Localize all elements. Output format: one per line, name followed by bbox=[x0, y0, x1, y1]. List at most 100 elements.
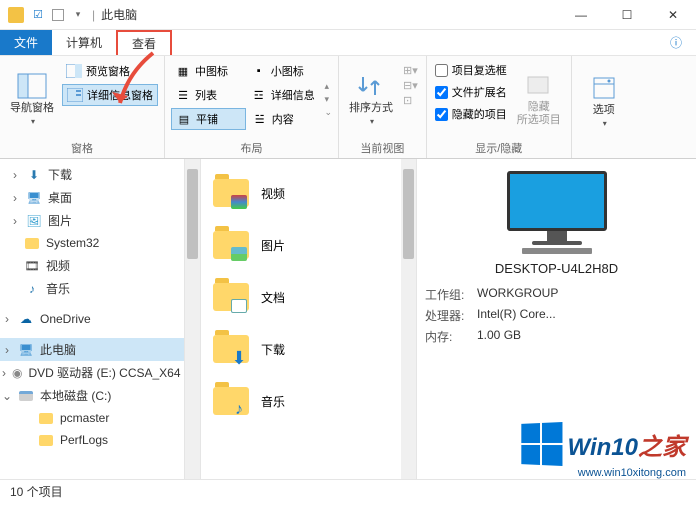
folder-icon bbox=[39, 413, 53, 424]
video-badge-icon bbox=[231, 195, 247, 209]
options-button[interactable]: 选项 ▾ bbox=[578, 60, 630, 142]
sidebar-item-pcmaster[interactable]: pcmaster bbox=[0, 407, 184, 429]
group-label-show-hide: 显示/隐藏 bbox=[433, 138, 565, 156]
tab-computer[interactable]: 计算机 bbox=[52, 30, 116, 55]
desktop-icon: 🖥 bbox=[26, 190, 42, 206]
sidebar-item-music[interactable]: ♪音乐 bbox=[0, 277, 184, 300]
nav-pane-icon bbox=[16, 72, 48, 100]
content-button[interactable]: ☱内容 bbox=[248, 108, 321, 130]
group-label-current-view: 当前视图 bbox=[345, 138, 420, 156]
chevron-down-icon: ▾ bbox=[31, 117, 35, 126]
details-pane-icon bbox=[67, 87, 83, 103]
sidebar-item-videos[interactable]: 🎞视频 bbox=[0, 254, 184, 277]
music-icon: ♪ bbox=[24, 281, 40, 297]
file-extensions-toggle[interactable]: 文件扩展名 bbox=[433, 82, 509, 102]
ribbon-group-options: 选项 ▾ bbox=[572, 56, 636, 158]
title-separator: | bbox=[92, 8, 95, 22]
dvd-icon: ◉ bbox=[12, 365, 22, 381]
content-icon: ☱ bbox=[252, 111, 268, 127]
details-pane-button[interactable]: 详细信息窗格 bbox=[62, 84, 158, 106]
preview-pane-button[interactable]: 预览窗格 bbox=[62, 60, 158, 82]
sidebar-item-desktop[interactable]: ›🖥桌面 bbox=[0, 186, 184, 209]
download-icon: ⬇ bbox=[26, 167, 42, 183]
tab-file[interactable]: 文件 bbox=[0, 30, 52, 55]
ribbon-group-show-hide: 项目复选框 文件扩展名 隐藏的项目 隐藏 所选项目 显示/隐藏 bbox=[427, 56, 572, 158]
layout-expand[interactable]: ⌄ bbox=[324, 107, 332, 118]
chevron-down-icon: ▾ bbox=[603, 119, 607, 128]
qat-icon bbox=[52, 9, 64, 21]
download-badge-icon: ⬇ bbox=[231, 351, 247, 365]
sort-icon bbox=[355, 72, 387, 100]
statusbar: 10 个项目 bbox=[0, 479, 696, 503]
ribbon-group-current-view: 排序方式 ▾ ⊞▾ ⊟▾ ⊡ 当前视图 bbox=[339, 56, 427, 158]
navigation-pane[interactable]: ›⬇下载 ›🖥桌面 ›🖼图片 System32 🎞视频 ♪音乐 ›☁OneDri… bbox=[0, 159, 185, 479]
title-icons: ☑ ▾ bbox=[8, 7, 86, 23]
titlebar: ☑ ▾ | 此电脑 — ☐ ✕ bbox=[0, 0, 696, 30]
sidebar-item-this-pc[interactable]: ›🖥此电脑 bbox=[0, 338, 184, 361]
small-icons-button[interactable]: ▪小图标 bbox=[247, 60, 321, 82]
group-label-layout: 布局 bbox=[171, 138, 332, 156]
help-button[interactable]: ⓘ bbox=[656, 30, 696, 55]
window-title: 此电脑 bbox=[101, 6, 137, 23]
ribbon-group-panes: 导航窗格 ▾ 预览窗格 详细信息窗格 窗格 bbox=[0, 56, 165, 158]
ribbon-tabs: 文件 计算机 查看 ⓘ bbox=[0, 30, 696, 56]
hide-icon bbox=[523, 71, 555, 99]
hidden-items-toggle[interactable]: 隐藏的项目 bbox=[433, 104, 509, 124]
sidebar-item-local-disk[interactable]: ⌄本地磁盘 (C:) bbox=[0, 384, 184, 407]
hide-selected-button[interactable]: 隐藏 所选项目 bbox=[513, 60, 565, 138]
options-icon bbox=[588, 74, 620, 102]
list-item[interactable]: 文档 bbox=[205, 271, 397, 323]
pictures-icon: 🖼 bbox=[26, 213, 42, 229]
filelist-scrollbar[interactable] bbox=[401, 159, 417, 479]
size-columns-button[interactable]: ⊡ bbox=[403, 94, 418, 107]
add-columns-button[interactable]: ⊟▾ bbox=[403, 79, 418, 92]
item-checkboxes-toggle[interactable]: 项目复选框 bbox=[433, 60, 509, 80]
preview-pane-icon bbox=[66, 63, 82, 79]
sidebar-item-perflogs[interactable]: PerfLogs bbox=[0, 429, 184, 451]
group-by-button[interactable]: ⊞▾ bbox=[403, 64, 418, 77]
layout-scroll-down[interactable]: ▾ bbox=[324, 94, 332, 105]
group-label-panes: 窗格 bbox=[6, 138, 158, 156]
window-controls: — ☐ ✕ bbox=[558, 0, 696, 30]
medium-icons-icon: ▦ bbox=[175, 63, 191, 79]
tiles-button[interactable]: ▤平铺 bbox=[171, 108, 246, 130]
sidebar-item-downloads[interactable]: ›⬇下载 bbox=[0, 163, 184, 186]
watermark: Win10之家 www.win10xitong.com bbox=[520, 423, 686, 479]
details-button[interactable]: ☲详细信息 bbox=[247, 84, 321, 106]
folder-icon bbox=[39, 435, 53, 446]
close-button[interactable]: ✕ bbox=[650, 0, 696, 30]
list-icon: ☰ bbox=[175, 87, 191, 103]
qat-dropdown-icon[interactable]: ▾ bbox=[70, 7, 86, 23]
list-item[interactable]: 视频 bbox=[205, 167, 397, 219]
picture-badge-icon bbox=[231, 247, 247, 261]
nav-pane-button[interactable]: 导航窗格 ▾ bbox=[6, 60, 58, 138]
sidebar-item-dvd[interactable]: ›◉DVD 驱动器 (E:) CCSA_X64 bbox=[0, 361, 184, 384]
tab-view[interactable]: 查看 bbox=[116, 30, 172, 55]
list-item[interactable]: ♪ 音乐 bbox=[205, 375, 397, 427]
sidebar-scrollbar[interactable] bbox=[185, 159, 201, 479]
video-icon: 🎞 bbox=[24, 258, 40, 274]
small-icons-icon: ▪ bbox=[251, 63, 267, 79]
minimize-button[interactable]: — bbox=[558, 0, 604, 30]
list-item[interactable]: ⬇ 下载 bbox=[205, 323, 397, 375]
list-button[interactable]: ☰列表 bbox=[171, 84, 245, 106]
list-item[interactable]: 图片 bbox=[205, 219, 397, 271]
sidebar-item-onedrive[interactable]: ›☁OneDrive bbox=[0, 308, 184, 330]
details-icon: ☲ bbox=[251, 87, 267, 103]
maximize-button[interactable]: ☐ bbox=[604, 0, 650, 30]
medium-icons-button[interactable]: ▦中图标 bbox=[171, 60, 245, 82]
item-count: 10 个项目 bbox=[10, 483, 63, 500]
layout-scroll-up[interactable]: ▴ bbox=[324, 81, 332, 92]
watermark-url: www.win10xitong.com bbox=[520, 467, 686, 479]
onedrive-icon: ☁ bbox=[18, 311, 34, 327]
doc-badge-icon bbox=[231, 299, 247, 313]
prop-row: 工作组:WORKGROUP bbox=[425, 284, 688, 305]
prop-row: 处理器:Intel(R) Core... bbox=[425, 305, 688, 326]
sidebar-item-system32[interactable]: System32 bbox=[0, 232, 184, 254]
folder-icon bbox=[8, 7, 24, 23]
file-list[interactable]: 视频 图片 文档 ⬇ 下载 ♪ 音乐 bbox=[201, 159, 401, 479]
sort-by-button[interactable]: 排序方式 ▾ bbox=[345, 60, 397, 138]
prop-row: 内存:1.00 GB bbox=[425, 326, 688, 347]
tiles-icon: ▤ bbox=[176, 111, 192, 127]
sidebar-item-pictures[interactable]: ›🖼图片 bbox=[0, 209, 184, 232]
